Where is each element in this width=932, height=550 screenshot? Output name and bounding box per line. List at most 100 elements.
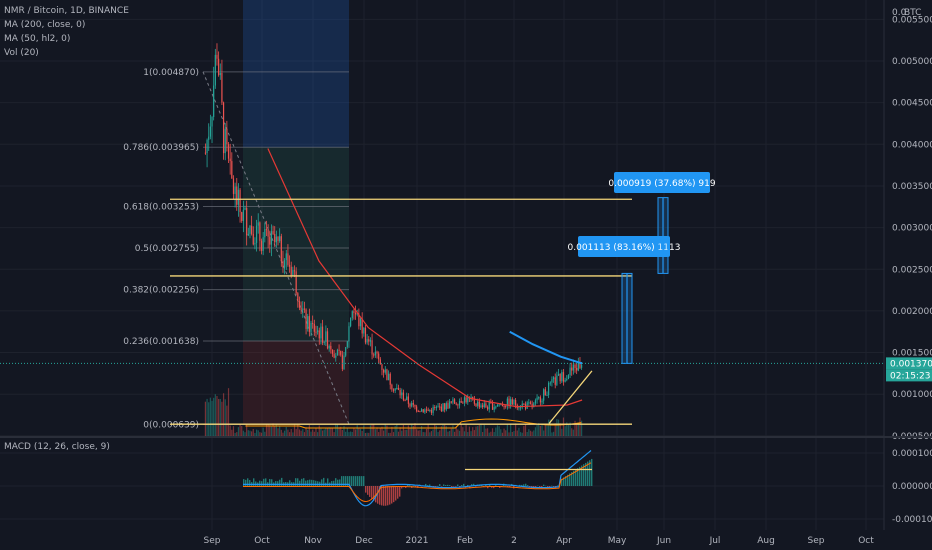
volume-bar xyxy=(312,429,314,436)
candle-body xyxy=(241,212,243,221)
macd-histogram-bar xyxy=(449,485,451,486)
macd-pane xyxy=(243,450,593,507)
volume-bar xyxy=(561,428,563,436)
candle-body xyxy=(559,373,561,382)
volume-bar xyxy=(237,427,240,436)
candle-body xyxy=(478,401,480,408)
volume-bar xyxy=(485,428,487,436)
candle-body xyxy=(279,236,281,241)
candle-body xyxy=(290,266,292,276)
candle-body xyxy=(439,406,441,408)
y-tick-label: 0.002500 xyxy=(892,265,932,275)
volume-bar xyxy=(336,424,339,436)
volume-bar xyxy=(292,432,294,436)
candle-body xyxy=(488,402,490,410)
chart[interactable]: 1(0.004870) 0.786(0.003965) 0.618(0.003253… xyxy=(0,0,932,550)
volume-bar xyxy=(358,428,360,436)
macd-histogram-bar xyxy=(353,476,355,486)
macd-histogram-bar xyxy=(317,481,319,486)
candle-body xyxy=(364,327,367,343)
candle-body xyxy=(383,369,385,373)
macd-histogram-bar xyxy=(249,480,251,486)
macd-histogram-bar xyxy=(443,484,445,486)
volume-bar xyxy=(508,432,510,436)
macd-histogram-bar xyxy=(413,485,415,487)
candle-body xyxy=(257,222,259,226)
volume-bar xyxy=(383,430,385,436)
volume-bar xyxy=(298,429,301,436)
legend-ma50[interactable]: MA (50, hl2, 0) xyxy=(4,32,129,46)
macd-histogram-bar xyxy=(429,484,431,486)
legend-title[interactable]: NMR / Bitcoin, 1D, BINANCE xyxy=(4,4,129,18)
volume-bar xyxy=(468,426,471,436)
volume-bar xyxy=(359,428,362,436)
macd-histogram-bar xyxy=(389,486,391,505)
macd-tick-label: 0.000000 xyxy=(892,482,932,492)
candle-body xyxy=(275,236,277,243)
macd-histogram-bar xyxy=(261,481,263,486)
candle-body xyxy=(317,330,319,332)
candle-body xyxy=(503,405,505,407)
candle-body xyxy=(475,403,477,406)
volume-bar xyxy=(260,432,263,436)
zones: 1(0.004870) 0.786(0.003965) 0.618(0.003253… xyxy=(123,0,350,430)
volume-bar xyxy=(300,430,302,436)
candle-body xyxy=(216,54,218,59)
candle-body xyxy=(267,229,269,237)
candle-body xyxy=(515,399,517,406)
candle-body xyxy=(437,406,439,408)
volume-bar xyxy=(204,401,207,436)
macd-tick-label: -0.000100 xyxy=(892,515,932,525)
candle-body xyxy=(229,158,231,162)
candle-body xyxy=(373,354,375,356)
volume-bar xyxy=(255,429,258,436)
candle-body xyxy=(511,399,513,405)
volume-bar xyxy=(379,427,381,436)
legend-vol[interactable]: Vol (20) xyxy=(4,46,129,60)
currency-label: BTC xyxy=(904,8,921,18)
x-tick-label: Dec xyxy=(355,536,372,546)
candle-body xyxy=(282,261,284,268)
macd-histogram-bar xyxy=(279,479,281,486)
candle-body xyxy=(384,369,386,373)
candle-body xyxy=(411,402,413,407)
candle-body xyxy=(236,186,238,205)
candle-body xyxy=(350,317,352,327)
volume-bar xyxy=(406,429,408,436)
legend-ma200[interactable]: MA (200, close, 0) xyxy=(4,18,129,32)
candle-body xyxy=(351,311,353,318)
volume-bar xyxy=(546,424,548,436)
volume-bar xyxy=(214,394,216,436)
x-tick-label: 2 xyxy=(511,536,517,546)
candle-body xyxy=(538,397,540,399)
candle-body xyxy=(574,364,576,368)
volume-bar xyxy=(257,430,259,436)
candle-body xyxy=(549,382,551,384)
candle-body xyxy=(480,405,482,408)
macd-histogram-bar xyxy=(355,476,357,486)
macd-histogram-bar xyxy=(463,483,465,486)
candle-body xyxy=(567,375,570,380)
volume-bar xyxy=(366,432,368,436)
candle-body xyxy=(313,324,315,332)
volume-bar xyxy=(536,424,538,436)
candle-body xyxy=(424,409,426,413)
candle-body xyxy=(308,316,310,332)
volume-bar xyxy=(526,431,528,436)
candle-body xyxy=(348,326,350,342)
volume-bar xyxy=(232,426,235,436)
volume-bar xyxy=(442,425,444,436)
volume-bar xyxy=(482,432,484,436)
candle-body xyxy=(328,345,330,349)
volume-bar xyxy=(411,424,413,436)
legend-macd[interactable]: MACD (12, 26, close, 9) xyxy=(4,440,110,454)
volume-bar xyxy=(572,429,574,436)
volume-bar xyxy=(288,432,291,436)
fib-label: 0.236(0.001638) xyxy=(123,337,199,347)
macd-histogram-bar xyxy=(305,480,307,486)
fib-label: 0(0.000639) xyxy=(143,420,199,430)
candle-body xyxy=(391,384,393,390)
volume-bar xyxy=(320,428,322,436)
volume-bar xyxy=(234,432,236,436)
candle-body xyxy=(363,327,365,334)
